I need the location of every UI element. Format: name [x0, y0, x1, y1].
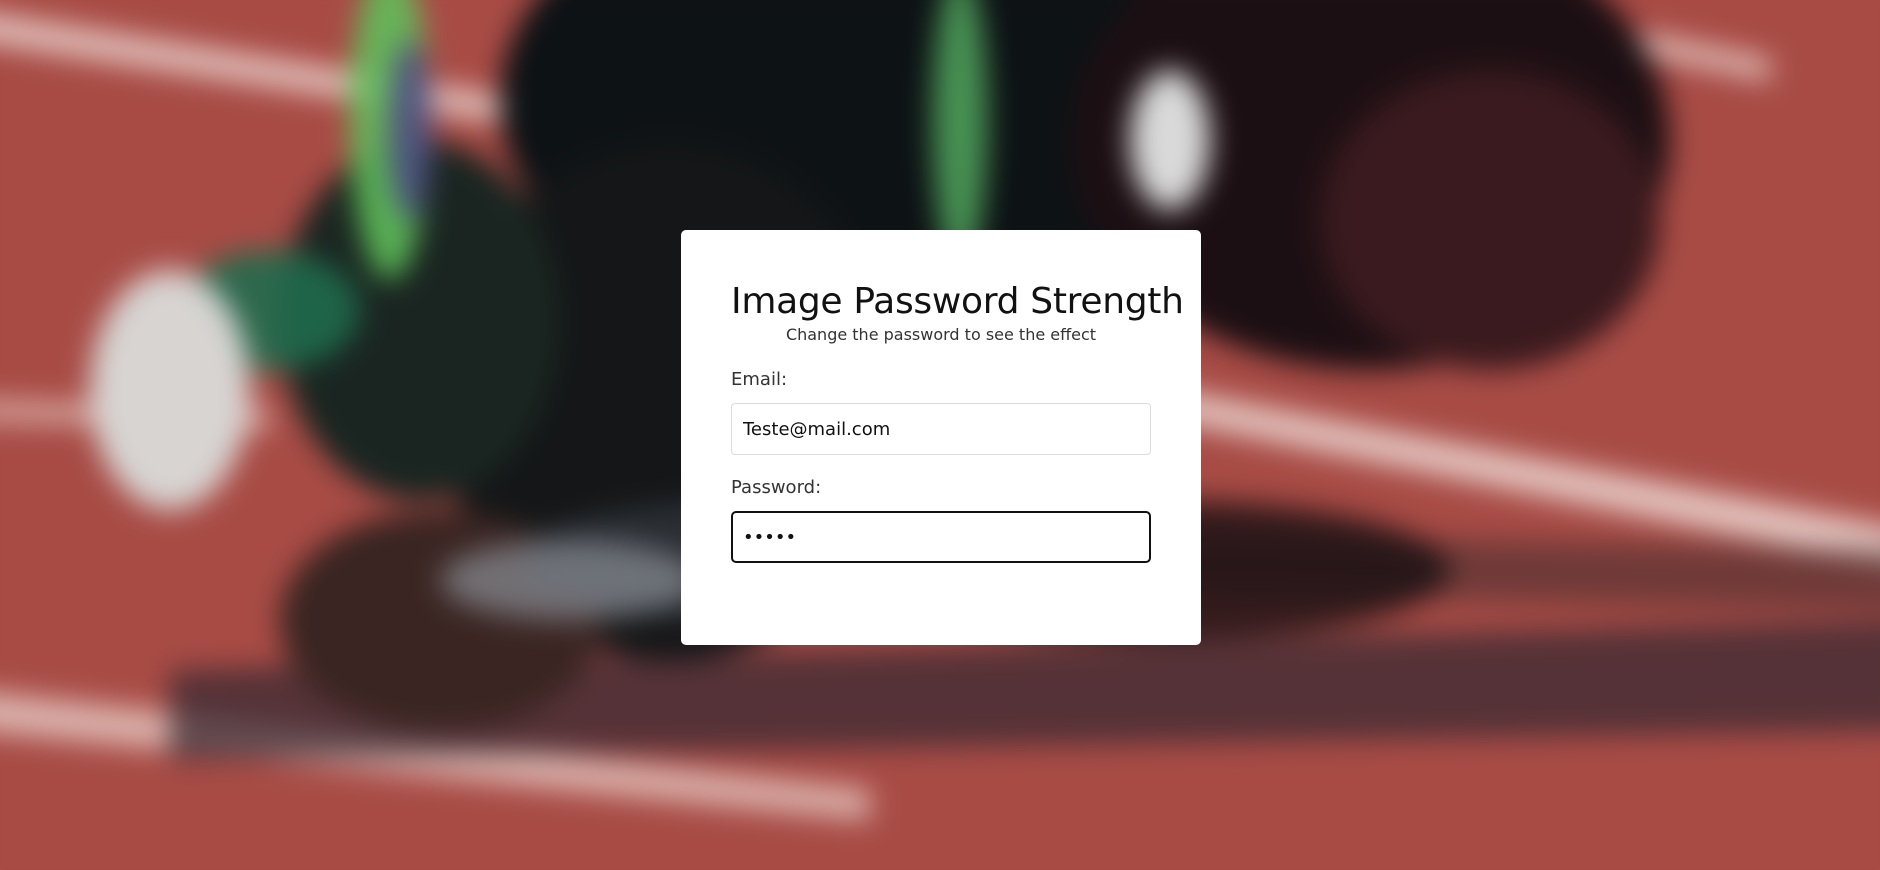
- email-label: Email:: [731, 369, 788, 390]
- page-title: Image Password Strength: [731, 281, 1184, 322]
- password-field[interactable]: [731, 511, 1151, 563]
- password-label: Password:: [731, 477, 822, 498]
- email-field[interactable]: [731, 403, 1151, 455]
- page-subtitle: Change the password to see the effect: [785, 325, 1097, 344]
- login-card: Image Password Strength Change the passw…: [681, 230, 1201, 645]
